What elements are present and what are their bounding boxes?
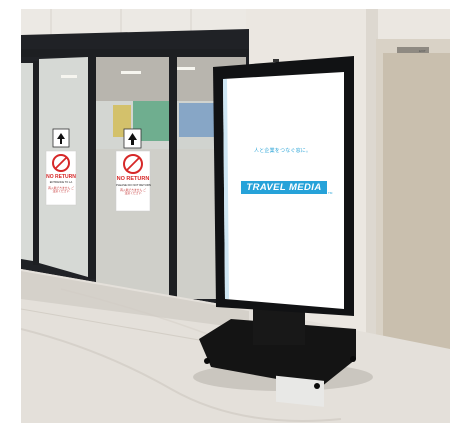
- side-door-label: EXIT: [419, 49, 426, 53]
- travel-media-tm: TM: [328, 191, 333, 195]
- door-sign-right-subtitle: PLEASE DO NOT RETURN: [116, 183, 151, 187]
- kiosk-wheel-2: [314, 383, 320, 389]
- door-sign-right-fine-print: 再入場できません ご注意ください: [120, 188, 146, 196]
- kiosk-base-plate: [276, 375, 324, 407]
- door-sign-left-fine-print: 再入場できません ご注意ください: [48, 186, 74, 194]
- door-mullion-3: [169, 53, 177, 298]
- door-mullion-1: [33, 61, 39, 265]
- kiosk-wheel-3: [350, 356, 356, 362]
- door-sign-left-subtitle: ENTRANCE TO LA: [49, 181, 73, 184]
- kiosk-tagline: 人と企業をつなぐ窓に。: [254, 148, 312, 154]
- glass-pane-1: [21, 63, 33, 261]
- door-sign-right-title: NO RETURN: [116, 176, 150, 182]
- travel-media-logo: TRAVEL MEDIA: [241, 181, 327, 194]
- kiosk-camera: [273, 59, 279, 62]
- door-sign-left-title: NO RETURN: [46, 174, 76, 180]
- side-door-panel: [383, 53, 450, 353]
- door-mullion-2: [88, 57, 96, 279]
- photo-scene: 人と企業をつなぐ窓に。 TRAVEL MEDIA TM NO RETURN EN…: [21, 9, 450, 423]
- scene-graphic: [21, 9, 450, 423]
- interior-light-3: [61, 75, 77, 78]
- interior-light-1: [121, 71, 141, 74]
- kiosk-wheel: [204, 358, 210, 364]
- door-transom: [21, 49, 249, 57]
